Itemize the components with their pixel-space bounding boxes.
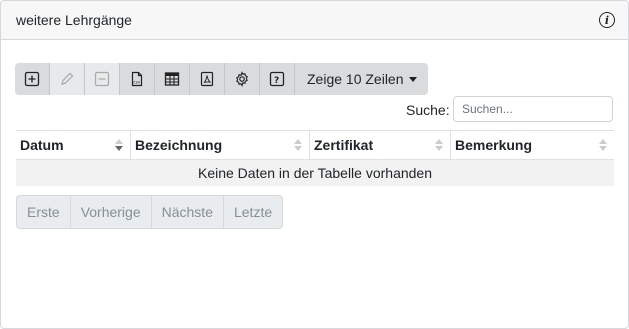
previous-page-button[interactable]: Vorherige bbox=[71, 196, 152, 228]
table-header-row: Datum Bezeichnung Zertifikat Bemerkung bbox=[16, 130, 614, 160]
next-page-button[interactable]: Nächste bbox=[152, 196, 224, 228]
search-input[interactable] bbox=[453, 96, 613, 122]
card-header: weitere Lehrgänge i bbox=[1, 1, 628, 40]
help-icon: ? bbox=[269, 71, 285, 87]
last-page-button[interactable]: Letzte bbox=[224, 196, 282, 228]
column-header-label: Bezeichnung bbox=[135, 137, 223, 153]
add-icon bbox=[24, 71, 40, 87]
pdf-export-button[interactable] bbox=[190, 63, 225, 95]
table-row: Keine Daten in der Tabelle vorhanden bbox=[16, 159, 614, 186]
edit-icon bbox=[61, 72, 74, 85]
column-header-label: Bemerkung bbox=[455, 137, 533, 153]
column-header-zertifikat[interactable]: Zertifikat bbox=[309, 130, 451, 160]
add-button[interactable] bbox=[15, 63, 50, 95]
column-header-datum[interactable]: Datum bbox=[16, 130, 131, 160]
toolbar: csv ? Zeige 10 Zeilen bbox=[15, 63, 428, 95]
info-icon[interactable]: i bbox=[599, 12, 615, 28]
edit-button[interactable] bbox=[50, 63, 85, 95]
csv-export-icon: csv bbox=[131, 71, 143, 87]
sort-icon bbox=[599, 139, 607, 151]
column-header-label: Datum bbox=[20, 137, 64, 153]
help-button[interactable]: ? bbox=[260, 63, 295, 95]
sort-icon bbox=[294, 139, 302, 151]
empty-table-message: Keine Daten in der Tabelle vorhanden bbox=[16, 159, 614, 186]
pdf-icon bbox=[200, 71, 214, 87]
gear-icon bbox=[236, 71, 248, 87]
card-title: weitere Lehrgänge bbox=[16, 12, 132, 28]
pagination: Erste Vorherige Nächste Letzte bbox=[16, 195, 284, 229]
delete-button[interactable] bbox=[85, 63, 120, 95]
rows-per-page-label: Zeige 10 Zeilen bbox=[307, 71, 404, 87]
first-page-button[interactable]: Erste bbox=[17, 196, 71, 228]
table-view-button[interactable] bbox=[155, 63, 190, 95]
card: weitere Lehrgänge i csv ? Zeige 10 Zeile… bbox=[0, 0, 629, 329]
sort-descending-icon bbox=[115, 139, 123, 151]
svg-text:?: ? bbox=[274, 76, 279, 86]
column-header-bemerkung[interactable]: Bemerkung bbox=[450, 130, 614, 160]
delete-icon bbox=[94, 71, 110, 87]
table-icon bbox=[164, 72, 180, 86]
data-table: Datum Bezeichnung Zertifikat Bemerkung K… bbox=[16, 130, 614, 186]
column-header-label: Zertifikat bbox=[314, 137, 374, 153]
sort-icon bbox=[435, 139, 443, 151]
column-header-bezeichnung[interactable]: Bezeichnung bbox=[130, 130, 310, 160]
settings-button[interactable] bbox=[225, 63, 260, 95]
rows-per-page-dropdown[interactable]: Zeige 10 Zeilen bbox=[295, 63, 428, 95]
search-label: Suche: bbox=[406, 102, 450, 118]
csv-export-button[interactable]: csv bbox=[120, 63, 155, 95]
caret-down-icon bbox=[408, 76, 417, 82]
svg-text:csv: csv bbox=[133, 80, 140, 85]
